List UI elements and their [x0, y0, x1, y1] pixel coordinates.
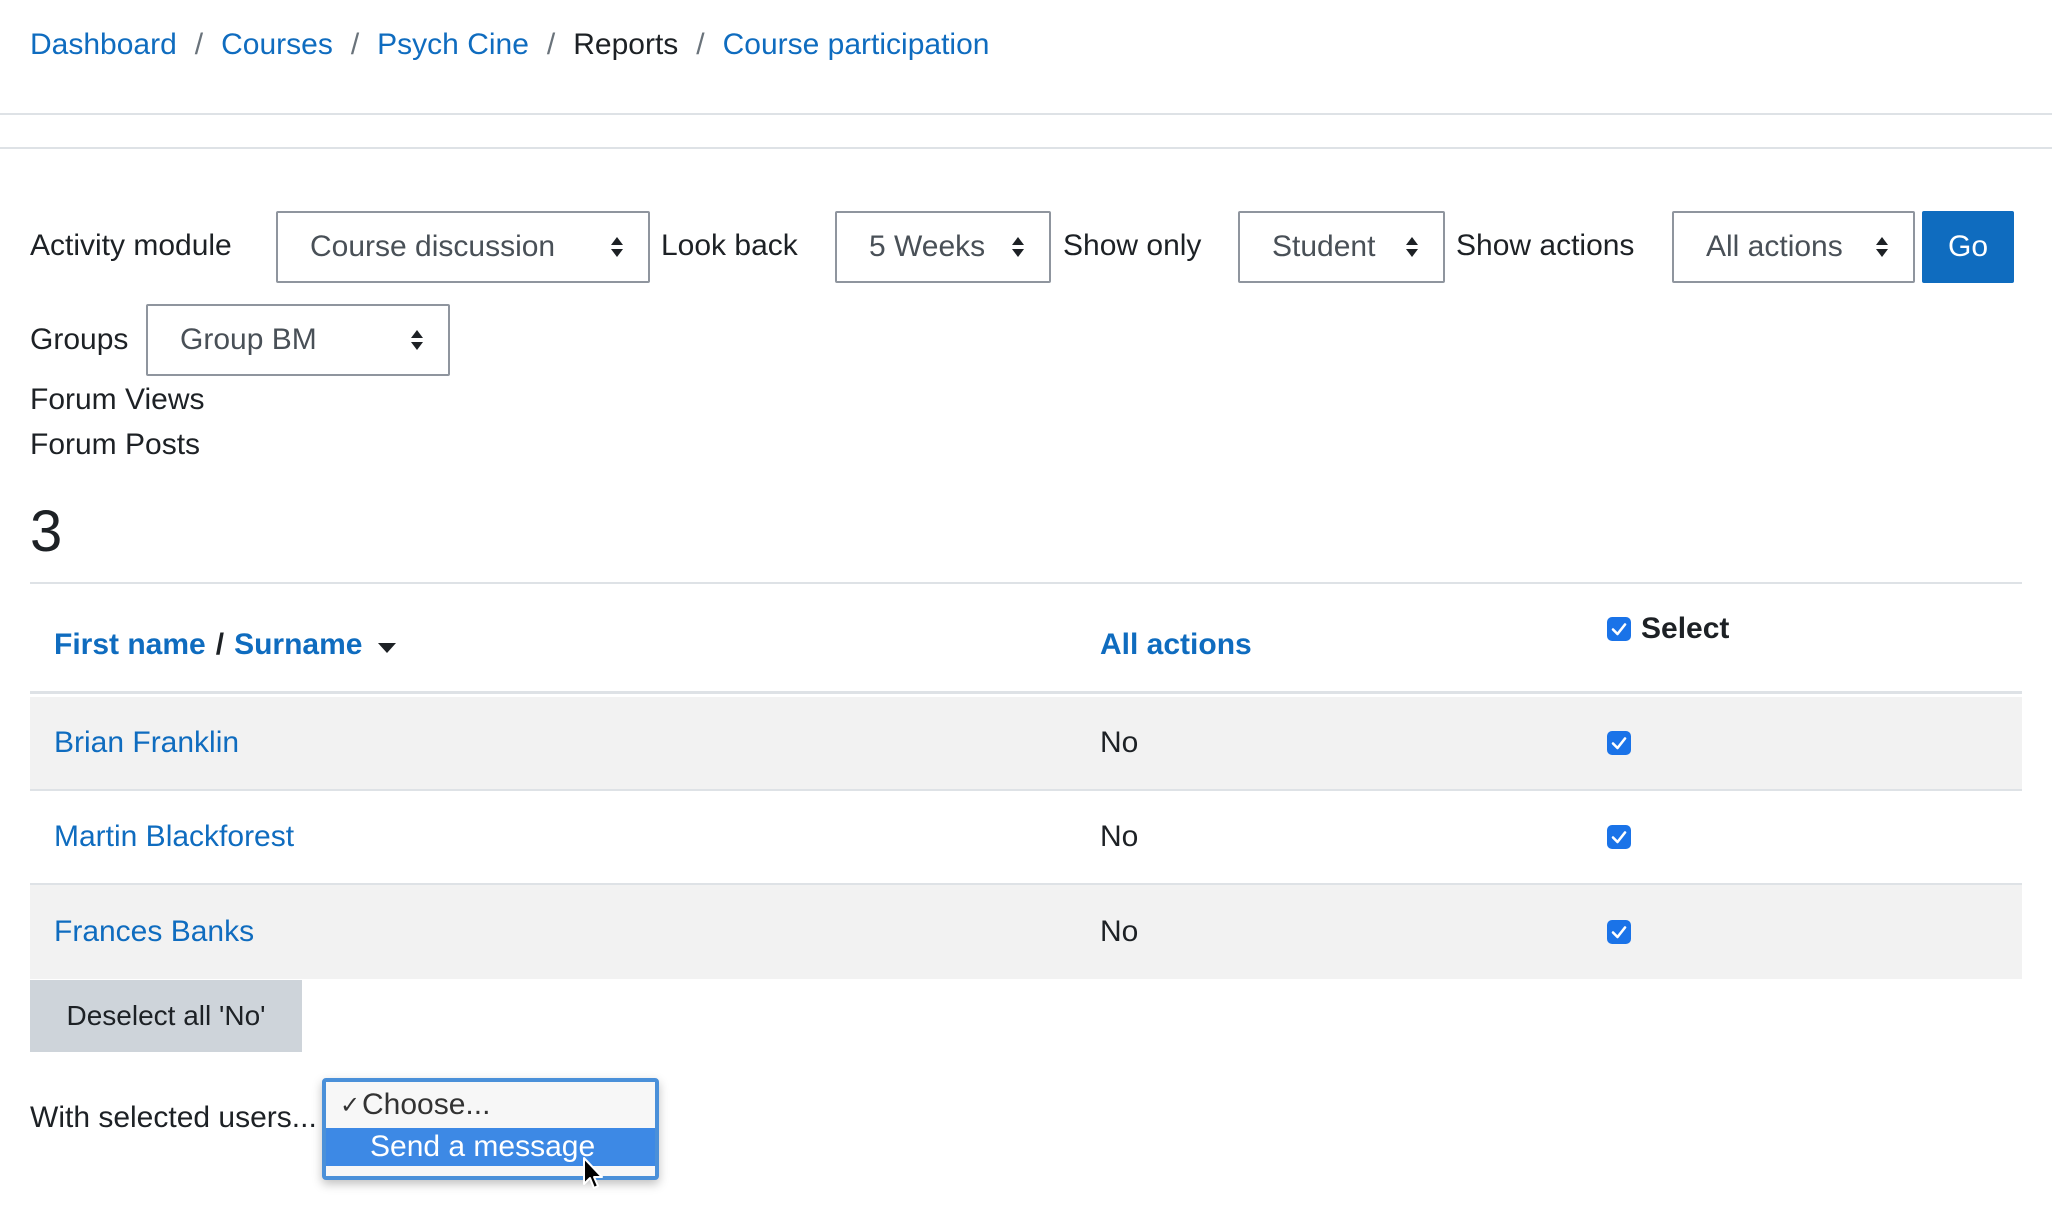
deselect-all-no-button[interactable]: Deselect all 'No' — [30, 980, 302, 1052]
all-actions-value: No — [1100, 820, 1139, 853]
breadcrumb-course[interactable]: Psych Cine — [377, 28, 529, 62]
select-arrows-icon — [1876, 237, 1888, 257]
table-row: Martin Blackforest No — [30, 791, 2022, 885]
row-select-checkbox[interactable] — [1607, 731, 1631, 755]
go-button[interactable]: Go — [1922, 211, 2014, 283]
breadcrumb-courses[interactable]: Courses — [221, 28, 333, 62]
show-only-select[interactable]: Student — [1238, 211, 1445, 283]
breadcrumb-reports: Reports — [573, 28, 679, 61]
all-actions-value: No — [1100, 726, 1139, 759]
select-arrows-icon — [411, 330, 423, 350]
row-select-checkbox[interactable] — [1607, 920, 1631, 944]
breadcrumb-separator: / — [350, 28, 360, 61]
activity-module-label: Activity module — [30, 229, 232, 262]
show-only-value: Student — [1272, 230, 1376, 263]
row-select-checkbox[interactable] — [1607, 825, 1631, 849]
sort-desc-icon — [378, 643, 397, 653]
checkmark-icon — [1611, 926, 1627, 939]
groups-select[interactable]: Group BM — [146, 304, 450, 376]
activity-module-value: Course discussion — [310, 230, 556, 263]
participant-count: 3 — [30, 499, 63, 564]
activity-module-select[interactable]: Course discussion — [276, 211, 650, 283]
select-arrows-icon — [1012, 237, 1024, 257]
option-choose[interactable]: ✓ Choose... — [326, 1086, 655, 1124]
with-selected-users-label: With selected users... — [30, 1101, 317, 1134]
forum-posts-text: Forum Posts — [30, 428, 201, 461]
select-column-header: Select — [1607, 612, 1729, 646]
table-row: Brian Franklin No — [30, 697, 2022, 791]
table-header: First name / Surname All actions Select — [30, 584, 2022, 694]
select-arrows-icon — [1406, 237, 1418, 257]
all-actions-value: No — [1100, 915, 1139, 948]
groups-label: Groups — [30, 323, 129, 356]
show-actions-value: All actions — [1706, 230, 1843, 263]
user-name-link[interactable]: Martin Blackforest — [54, 820, 294, 854]
user-name-link[interactable]: Frances Banks — [54, 915, 254, 949]
content-divider — [0, 147, 2052, 149]
user-name-link[interactable]: Brian Franklin — [54, 726, 239, 760]
breadcrumb-separator: / — [696, 28, 705, 61]
breadcrumb-course-participation[interactable]: Course participation — [723, 28, 990, 62]
show-actions-label: Show actions — [1456, 229, 1635, 262]
forum-views-text: Forum Views — [30, 383, 205, 416]
look-back-select[interactable]: 5 Weeks — [835, 211, 1051, 283]
header-separator: / — [215, 628, 225, 661]
select-arrows-icon — [611, 237, 623, 257]
checkmark-icon — [1611, 623, 1627, 636]
show-actions-select[interactable]: All actions — [1672, 211, 1915, 283]
header-divider — [0, 113, 2052, 115]
sort-surname-link[interactable]: Surname — [234, 628, 362, 662]
mouse-cursor-icon — [583, 1157, 603, 1189]
breadcrumb: Dashboard / Courses / Psych Cine / Repor… — [30, 22, 989, 68]
groups-value: Group BM — [180, 323, 317, 356]
option-send-message-label: Send a message — [370, 1130, 596, 1163]
sort-all-actions-link[interactable]: All actions — [1100, 628, 1252, 662]
name-column-header: First name / Surname — [54, 628, 397, 662]
option-choose-label: Choose... — [362, 1088, 491, 1121]
checkmark-icon — [1611, 737, 1627, 750]
select-all-checkbox[interactable] — [1607, 617, 1631, 641]
breadcrumb-separator: / — [546, 28, 556, 61]
look-back-label: Look back — [661, 229, 798, 262]
checkmark-icon: ✓ — [340, 1091, 361, 1119]
show-only-label: Show only — [1063, 229, 1202, 262]
with-selected-users-dropdown[interactable]: ✓ Choose... Send a message — [322, 1078, 659, 1180]
select-header-label: Select — [1641, 612, 1730, 645]
table-row: Frances Banks No — [30, 885, 2022, 979]
sort-first-name-link[interactable]: First name — [54, 628, 206, 662]
checkmark-icon — [1611, 831, 1627, 844]
breadcrumb-dashboard[interactable]: Dashboard — [30, 28, 177, 62]
breadcrumb-separator: / — [194, 28, 204, 61]
look-back-value: 5 Weeks — [869, 230, 986, 263]
